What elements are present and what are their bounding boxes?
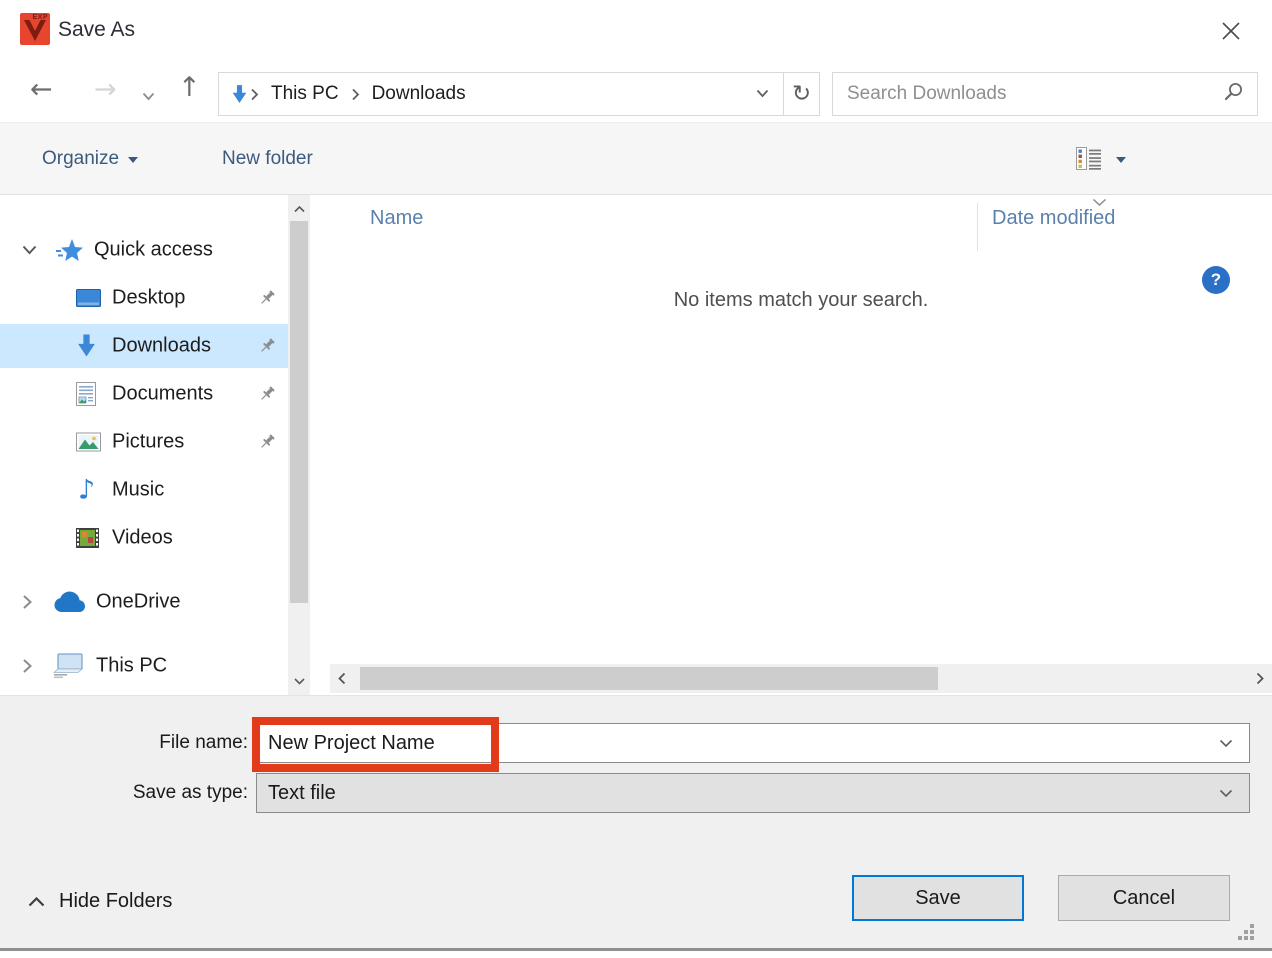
view-options-dropdown[interactable] [1116, 123, 1126, 194]
scrollbar-thumb[interactable] [360, 667, 938, 690]
sidebar-item-label: OneDrive [96, 591, 180, 614]
pin-icon [258, 385, 276, 403]
empty-folder-message: No items match your search. [330, 289, 1272, 312]
file-name-value: New Project Name [268, 732, 435, 755]
sidebar-item-label: Desktop [112, 287, 185, 310]
command-bar: Organize New folder ? [0, 123, 1272, 195]
sidebar-item-documents[interactable]: Documents [0, 372, 288, 416]
sidebar-item-desktop[interactable]: Desktop [0, 276, 288, 320]
hide-folders-button[interactable]: Hide Folders [28, 890, 172, 913]
organize-button[interactable]: Organize [42, 123, 138, 194]
close-icon[interactable] [1214, 14, 1248, 48]
column-header-name[interactable]: Name [370, 207, 423, 230]
breadcrumb-separator-icon [351, 88, 360, 101]
new-folder-button[interactable]: New folder [222, 123, 313, 194]
sidebar-item-label: Music [112, 479, 164, 502]
file-name-input[interactable]: New Project Name [256, 723, 1250, 763]
save-as-type-value: Text file [268, 782, 336, 805]
downloads-icon [76, 335, 97, 358]
pin-icon [258, 337, 276, 355]
window-bottom-border [0, 948, 1272, 951]
save-as-type-select[interactable]: Text file [256, 773, 1250, 813]
sidebar-item-label: Quick access [94, 239, 213, 262]
documents-icon [76, 382, 96, 406]
sidebar-item-label: Pictures [112, 431, 184, 454]
recent-locations-icon[interactable] [142, 88, 155, 106]
quick-access-icon [56, 238, 84, 262]
chevron-up-icon [28, 890, 45, 913]
sidebar-item-onedrive[interactable]: OneDrive [0, 580, 288, 624]
cancel-button[interactable]: Cancel [1058, 875, 1230, 921]
sidebar-item-pictures[interactable]: Pictures [0, 420, 288, 464]
footer-panel: File name: New Project Name Save as type… [0, 695, 1272, 948]
scroll-down-icon[interactable] [288, 671, 310, 691]
chevron-down-icon [1116, 157, 1126, 163]
music-icon: ♪ [78, 477, 95, 504]
help-icon: ? [1211, 270, 1221, 290]
desktop-icon [76, 289, 101, 307]
refresh-icon: ↻ [792, 81, 811, 107]
app-icon-text: EXP [32, 14, 48, 21]
chevron-down-icon[interactable] [1219, 739, 1233, 748]
chevron-right-icon[interactable] [22, 595, 32, 610]
save-as-type-label: Save as type: [0, 782, 248, 804]
save-button[interactable]: Save [852, 875, 1024, 921]
chevron-down-icon[interactable] [22, 245, 37, 255]
downloads-folder-icon [231, 85, 248, 104]
sidebar-scrollbar[interactable] [288, 195, 310, 695]
up-icon[interactable]: ↑ [178, 74, 201, 101]
scroll-right-icon[interactable] [1250, 664, 1270, 693]
sidebar-item-label: Documents [112, 383, 213, 406]
sidebar-item-music[interactable]: ♪ Music [0, 468, 288, 512]
address-dropdown-icon[interactable] [756, 85, 769, 103]
pin-icon [258, 289, 276, 307]
save-as-dialog: EXP Save As ← → ↑ This PC Downloads ↻ Or… [0, 0, 1272, 958]
pictures-icon [76, 433, 101, 452]
scroll-up-icon[interactable] [288, 199, 310, 219]
breadcrumb-downloads[interactable]: Downloads [362, 83, 476, 105]
change-view-button[interactable] [1076, 123, 1102, 194]
file-list-scrollbar[interactable] [330, 664, 1272, 693]
sidebar-item-label: This PC [96, 655, 167, 678]
chevron-right-icon[interactable] [22, 659, 32, 674]
chevron-down-icon [128, 157, 138, 163]
breadcrumb-separator-icon [250, 88, 259, 101]
column-header-date-modified[interactable]: Date modified [992, 207, 1115, 230]
sidebar-item-quick-access[interactable]: Quick access [0, 228, 288, 272]
sidebar-item-downloads[interactable]: Downloads [0, 324, 288, 368]
search-input[interactable] [847, 83, 1224, 105]
pin-icon [258, 433, 276, 451]
file-name-label: File name: [0, 732, 248, 754]
chevron-down-icon[interactable] [1219, 789, 1233, 798]
breadcrumb-this-pc[interactable]: This PC [261, 83, 349, 105]
scroll-left-icon[interactable] [332, 664, 352, 693]
onedrive-icon [52, 591, 88, 613]
forward-icon: → [94, 76, 117, 103]
new-folder-label: New folder [222, 148, 313, 170]
this-pc-icon [52, 654, 86, 679]
sidebar-item-videos[interactable]: Videos [0, 516, 288, 560]
window-title: Save As [58, 18, 135, 42]
hide-folders-label: Hide Folders [59, 890, 172, 913]
sidebar-item-this-pc[interactable]: This PC [0, 644, 288, 688]
sidebar-item-label: Downloads [112, 335, 211, 358]
app-icon: EXP [20, 13, 50, 45]
search-icon [1224, 82, 1243, 106]
sidebar-item-label: Videos [112, 527, 173, 550]
column-divider[interactable] [977, 203, 978, 251]
search-box[interactable] [832, 72, 1258, 116]
address-bar[interactable]: This PC Downloads [218, 72, 784, 116]
organize-label: Organize [42, 148, 119, 170]
list-view-icon [1076, 147, 1102, 170]
refresh-button[interactable]: ↻ [783, 72, 820, 116]
resize-grip[interactable] [1238, 924, 1255, 941]
back-icon[interactable]: ← [30, 76, 53, 103]
videos-icon [76, 528, 99, 548]
scrollbar-thumb[interactable] [290, 221, 308, 603]
